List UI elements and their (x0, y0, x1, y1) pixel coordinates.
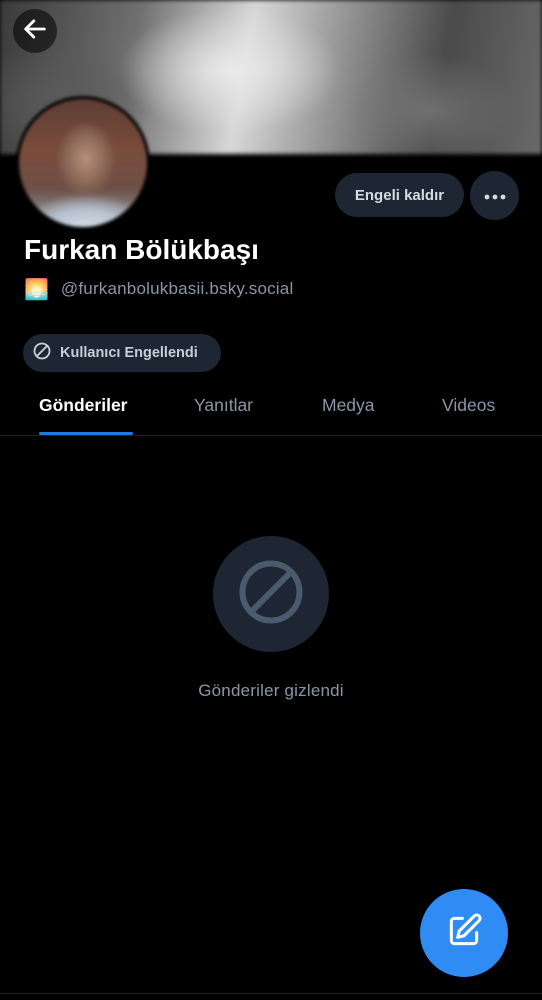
tab-replies[interactable]: Yanıtlar (194, 386, 253, 436)
block-icon (32, 341, 52, 366)
more-options-button[interactable] (470, 171, 519, 220)
empty-state-message: Gönderiler gizlendi (198, 681, 344, 700)
block-icon (235, 556, 307, 633)
bottom-divider (0, 993, 542, 994)
handle-row: 🌅 @furkanbolukbasii.bsky.social (24, 276, 293, 302)
compose-button[interactable] (420, 889, 508, 977)
user-blocked-badge: Kullanıcı Engellendi (23, 334, 221, 372)
tab-videos[interactable]: Videos (442, 386, 495, 436)
back-button[interactable] (13, 9, 57, 53)
display-name: Furkan Bölükbaşı (24, 234, 259, 265)
sunrise-emoji: 🌅 (24, 278, 49, 301)
compose-icon (445, 912, 483, 955)
empty-state-icon-circle (213, 536, 329, 652)
tab-media[interactable]: Medya (322, 386, 375, 436)
tab-posts[interactable]: Gönderiler (39, 386, 128, 436)
handle-text: @furkanbolukbasii.bsky.social (60, 279, 294, 298)
profile-tabs: Gönderiler Yanıtlar Medya Videos (0, 386, 542, 436)
more-horizontal-icon (484, 187, 506, 205)
arrow-left-icon (21, 15, 49, 48)
unblock-button-label: Engeli kaldır (354, 186, 445, 204)
active-tab-indicator (39, 432, 133, 435)
unblock-button[interactable]: Engeli kaldır (335, 173, 464, 217)
blocked-label: Kullanıcı Engellendi (60, 345, 198, 361)
avatar[interactable] (16, 96, 150, 230)
